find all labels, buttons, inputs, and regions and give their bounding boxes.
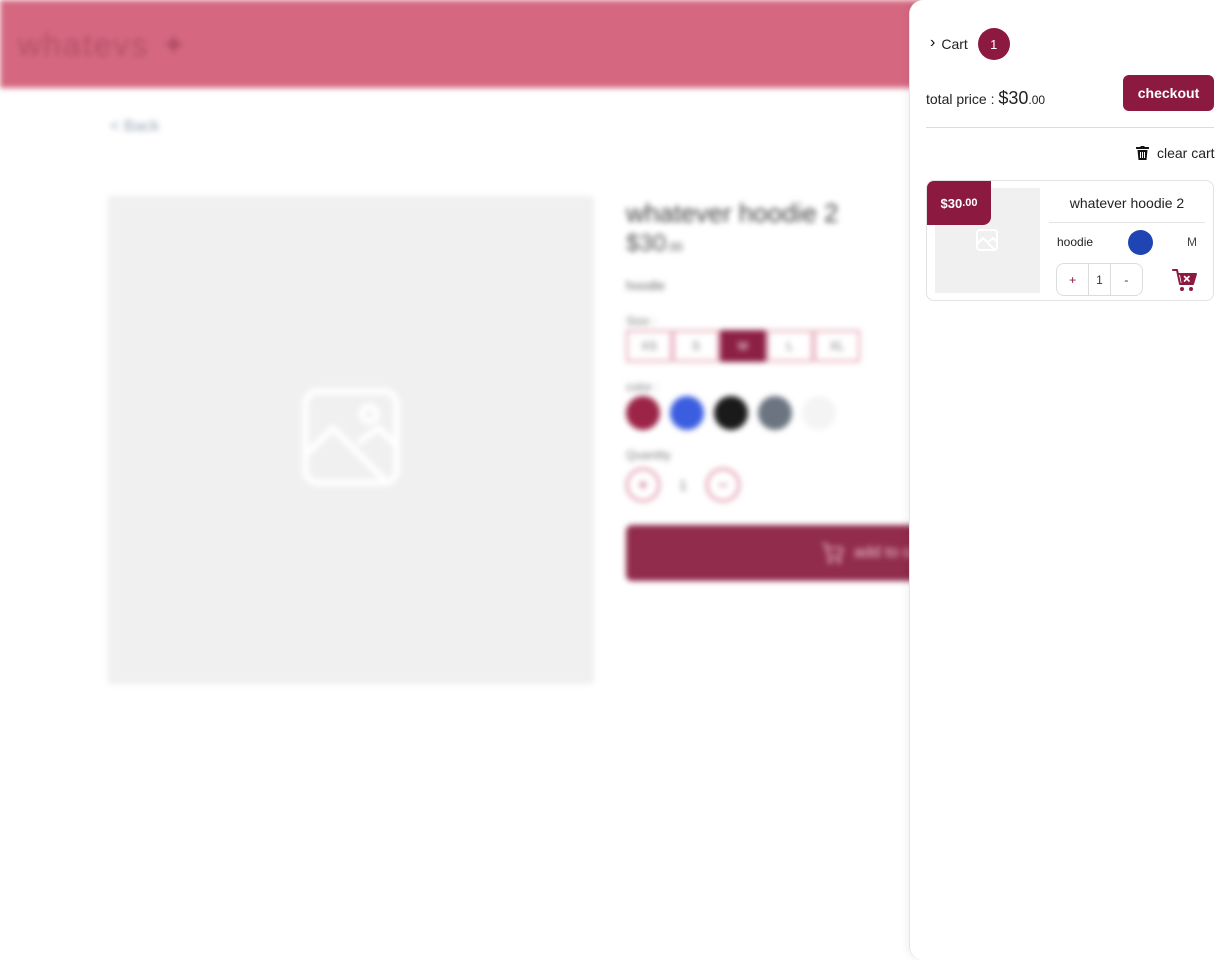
total-price-label: total price : xyxy=(926,91,999,107)
color-swatch-2[interactable] xyxy=(670,396,704,430)
quantity-stepper: + 1 − xyxy=(626,468,740,502)
item-name: whatever hoodie 2 xyxy=(1069,195,1185,211)
size-option-xl[interactable]: XL xyxy=(814,330,860,362)
divider xyxy=(1049,222,1205,223)
size-option-s[interactable]: S xyxy=(673,330,719,362)
checkout-button[interactable]: checkout xyxy=(1123,75,1214,111)
chevron-right-icon[interactable]: › xyxy=(930,34,935,52)
item-quantity-stepper: + 1 - xyxy=(1056,263,1143,296)
item-price-tag: $30.00 xyxy=(927,181,991,225)
color-label: color : xyxy=(626,380,659,394)
item-quantity-value: 1 xyxy=(1088,263,1111,296)
quantity-value: 1 xyxy=(679,477,687,493)
item-price-main: $30 xyxy=(940,195,963,211)
product-price-main: $30 xyxy=(626,230,667,257)
item-quantity-plus-button[interactable]: + xyxy=(1057,273,1088,287)
item-quantity-minus-button[interactable]: - xyxy=(1111,273,1142,287)
color-selector xyxy=(626,396,846,430)
product-title: whatever hoodie 2 xyxy=(626,198,839,228)
color-swatch-4[interactable] xyxy=(758,396,792,430)
total-price-main: $30 xyxy=(998,88,1029,108)
item-color-swatch xyxy=(1128,230,1153,255)
clear-cart-button[interactable]: clear cart xyxy=(1136,145,1215,161)
clear-cart-label: clear cart xyxy=(1157,145,1215,161)
quantity-minus-button[interactable]: − xyxy=(706,468,740,502)
total-price-cents: .00 xyxy=(1028,93,1046,107)
image-placeholder-icon xyxy=(976,229,998,251)
divider xyxy=(926,127,1214,128)
trash-icon xyxy=(1136,146,1149,160)
image-placeholder-icon xyxy=(301,387,401,487)
cart-count-badge: 1 xyxy=(977,28,1010,60)
color-swatch-3[interactable] xyxy=(714,396,748,430)
cart-item: $30.00 whatever hoodie 2 hoodie M + 1 - xyxy=(926,180,1214,301)
product-price: $30.00 xyxy=(626,230,683,258)
size-label: Size : xyxy=(626,314,657,328)
quantity-label: Quantity xyxy=(626,448,671,462)
size-option-m[interactable]: M xyxy=(720,330,766,362)
size-option-xs[interactable]: XS xyxy=(626,330,672,362)
cart-header: › Cart 1 xyxy=(930,28,1010,60)
size-selector: XS S M L XL xyxy=(626,330,861,362)
product-image xyxy=(108,196,594,684)
item-price-cents: .00 xyxy=(962,197,978,209)
cart-title: Cart xyxy=(941,36,968,52)
total-price: total price : $30.00 xyxy=(926,88,1045,109)
cart-icon xyxy=(822,543,844,564)
cart-remove-icon[interactable] xyxy=(1172,267,1198,293)
item-size: M xyxy=(1187,235,1197,249)
back-link[interactable]: < Back xyxy=(110,118,159,136)
quantity-plus-button[interactable]: + xyxy=(626,468,660,502)
item-type: hoodie xyxy=(1057,235,1094,249)
product-category: hoodie xyxy=(626,278,666,293)
color-swatch-5[interactable] xyxy=(802,396,836,430)
size-option-l[interactable]: L xyxy=(767,330,813,362)
product-price-cents: .00 xyxy=(666,240,683,254)
cart-drawer: › Cart 1 total price : $30.00 checkout c… xyxy=(909,0,1226,960)
site-logo[interactable]: whatevs ✦ xyxy=(18,26,189,64)
color-swatch-1[interactable] xyxy=(626,396,660,430)
